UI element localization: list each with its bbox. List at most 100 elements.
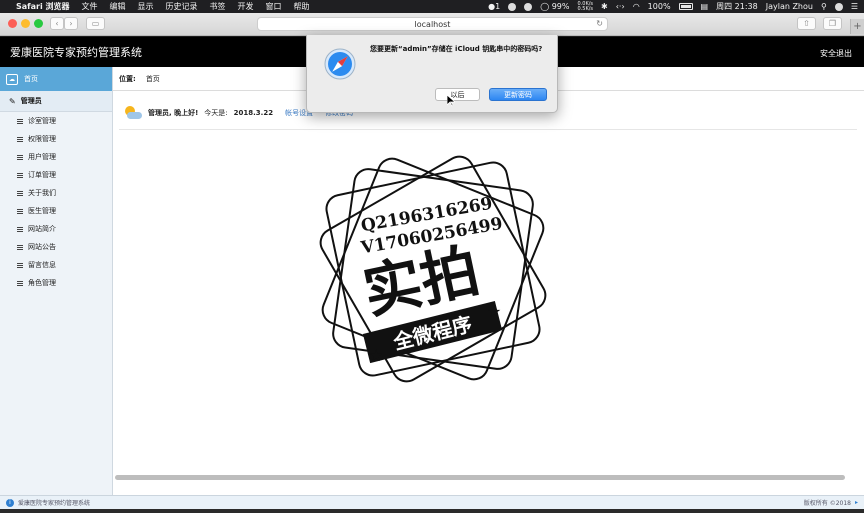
- safari-compass-icon: [324, 48, 356, 80]
- menu-history[interactable]: 历史记录: [166, 1, 198, 12]
- sidebar-toggle-icon[interactable]: ▭: [86, 17, 105, 30]
- menu-edit[interactable]: 编辑: [110, 1, 126, 12]
- bluetooth-icon[interactable]: ✱: [601, 2, 608, 11]
- app-title: 爱康医院专家预约管理系统: [10, 46, 142, 59]
- list-icon: [17, 280, 23, 286]
- chevron-right-icon[interactable]: ▸: [855, 499, 858, 506]
- sidebar-item-doctors[interactable]: 医生管理: [0, 202, 112, 220]
- battery-icon[interactable]: [678, 3, 693, 10]
- cloud-icon: ☁: [6, 73, 18, 85]
- spotlight-search-icon[interactable]: ⚲: [821, 2, 827, 11]
- watermark-stamp: Q2196316269 V17060256499 实拍 全微程序 ★ ★: [319, 155, 547, 383]
- sidebar-item-orders[interactable]: 订单管理: [0, 166, 112, 184]
- list-icon: [17, 136, 23, 142]
- menu-bookmarks[interactable]: 书签: [210, 1, 226, 12]
- sidebar-item-label: 角色管理: [28, 279, 56, 287]
- battery-percent: 100%: [647, 2, 671, 11]
- sidebar-group-label: 管理员: [20, 97, 42, 105]
- notification-count: 1: [495, 2, 501, 11]
- list-icon: [17, 208, 23, 214]
- sidebar-item-label: 医生管理: [28, 207, 56, 215]
- browser-toolbar: ‹ › ▭ localhost ↻ ⇧ ❐: [0, 13, 864, 36]
- menu-app-safari[interactable]: Safari 浏览器: [16, 1, 70, 12]
- copyright-text: 版权所有 ©2018: [803, 500, 851, 507]
- star-icon: ★: [487, 302, 501, 321]
- user-menu[interactable]: Jaylan Zhou: [766, 2, 813, 11]
- window-close-button[interactable]: [8, 19, 17, 28]
- cpu-usage[interactable]: ◯ 99%: [540, 2, 569, 11]
- list-icon: [17, 154, 23, 160]
- window-fullscreen-button[interactable]: [34, 19, 43, 28]
- share-icon[interactable]: ⇧: [797, 17, 816, 30]
- today-label: 今天是:: [204, 109, 228, 117]
- window-minimize-button[interactable]: [21, 19, 30, 28]
- update-password-button[interactable]: 更新密码: [489, 88, 547, 101]
- dock-edge: [0, 509, 864, 513]
- sidebar-item-label: 网站公告: [28, 243, 56, 251]
- sidebar-item-announcements[interactable]: 网站公告: [0, 238, 112, 256]
- siri-icon[interactable]: [834, 2, 843, 11]
- greeting-text: 管理员, 晚上好!: [148, 109, 199, 117]
- not-now-button[interactable]: 以后: [435, 88, 480, 101]
- vpn-icon[interactable]: ‹·›: [616, 2, 625, 11]
- tabs-overview-icon[interactable]: ❐: [823, 17, 842, 30]
- menubar-status-area: ●1 ◯ 99% 0.0K/s 0.5K/s ✱ ‹·› ◠ 100% ▤ 周四 …: [488, 1, 858, 12]
- reload-icon[interactable]: ↻: [596, 19, 603, 28]
- sidebar-item-label: 权限管理: [28, 135, 56, 143]
- sidebar-item-messages[interactable]: 留言信息: [0, 256, 112, 274]
- sidebar-item-roles[interactable]: 角色管理: [0, 274, 112, 292]
- horizontal-scrollbar[interactable]: [115, 475, 845, 480]
- list-icon: [17, 172, 23, 178]
- sidebar-group-admin[interactable]: ✎ 管理员: [0, 91, 112, 112]
- main-content: 位置: 首页 管理员, 晚上好! 今天是: 2018.3.22 帐号设置 修改密…: [113, 67, 864, 495]
- wifi-icon[interactable]: ◠: [633, 2, 640, 11]
- wechat-icon[interactable]: [508, 2, 517, 11]
- notification-bell-icon[interactable]: [524, 2, 533, 11]
- clock[interactable]: 周四 21:38: [716, 1, 758, 12]
- back-button[interactable]: ‹: [50, 17, 64, 30]
- status-bar: i 爱康医院专家预约管理系统 版权所有 ©2018 ▸: [0, 495, 864, 509]
- screen: Safari 浏览器 文件 编辑 显示 历史记录 书签 开发 窗口 帮助 ●1 …: [0, 0, 864, 513]
- sidebar-item-label: 订单管理: [28, 171, 56, 179]
- today-date: 2018.3.22: [233, 109, 274, 117]
- info-icon: i: [6, 498, 14, 507]
- menu-develop[interactable]: 开发: [238, 1, 254, 12]
- sidebar-item-clinic-rooms[interactable]: 诊室管理: [0, 112, 112, 130]
- sidebar-item-label: 网站简介: [28, 225, 56, 233]
- flag-icon[interactable]: ▤: [701, 2, 709, 11]
- logout-link[interactable]: 安全退出: [820, 48, 852, 59]
- edit-icon: ✎: [9, 96, 16, 106]
- breadcrumb-current[interactable]: 首页: [146, 74, 160, 84]
- notification-center-icon[interactable]: ☰: [851, 2, 858, 11]
- menu-view[interactable]: 显示: [138, 1, 154, 12]
- save-password-dialog: 您要更新“admin”存储在 iCloud 钥匙串中的密码吗? 以后 更新密码: [306, 35, 558, 113]
- forward-button[interactable]: ›: [64, 17, 78, 30]
- new-tab-button[interactable]: +: [850, 19, 864, 34]
- breadcrumb-label: 位置:: [119, 74, 136, 83]
- sidebar-home-label: 首页: [24, 75, 38, 83]
- sidebar-item-label: 关于我们: [28, 189, 56, 197]
- sidebar: ☁ 首页 ✎ 管理员 诊室管理 权限管理 用户管理 订单管理 关于我们 医生管理…: [0, 67, 113, 495]
- weather-icon: [123, 105, 143, 121]
- url-text: localhost: [414, 19, 451, 29]
- sidebar-item-label: 用户管理: [28, 153, 56, 161]
- sidebar-item-site-intro[interactable]: 网站简介: [0, 220, 112, 238]
- qq-icon[interactable]: ●1: [488, 2, 500, 11]
- menu-help[interactable]: 帮助: [294, 1, 310, 12]
- address-bar[interactable]: localhost ↻: [257, 17, 608, 31]
- list-icon: [17, 118, 23, 124]
- menu-window[interactable]: 窗口: [266, 1, 282, 12]
- status-title: 爱康医院专家预约管理系统: [18, 500, 91, 507]
- menu-file[interactable]: 文件: [82, 1, 98, 12]
- dialog-message: 您要更新“admin”存储在 iCloud 钥匙串中的密码吗?: [370, 45, 543, 53]
- star-icon: ★: [369, 346, 383, 365]
- sidebar-item-permissions[interactable]: 权限管理: [0, 130, 112, 148]
- cpu-percent: 99%: [551, 2, 570, 11]
- list-icon: [17, 226, 23, 232]
- sidebar-item-users[interactable]: 用户管理: [0, 148, 112, 166]
- list-icon: [17, 262, 23, 268]
- divider: [119, 129, 857, 130]
- sidebar-item-home[interactable]: ☁ 首页: [0, 67, 112, 91]
- sidebar-item-about[interactable]: 关于我们: [0, 184, 112, 202]
- sidebar-item-label: 留言信息: [28, 261, 56, 269]
